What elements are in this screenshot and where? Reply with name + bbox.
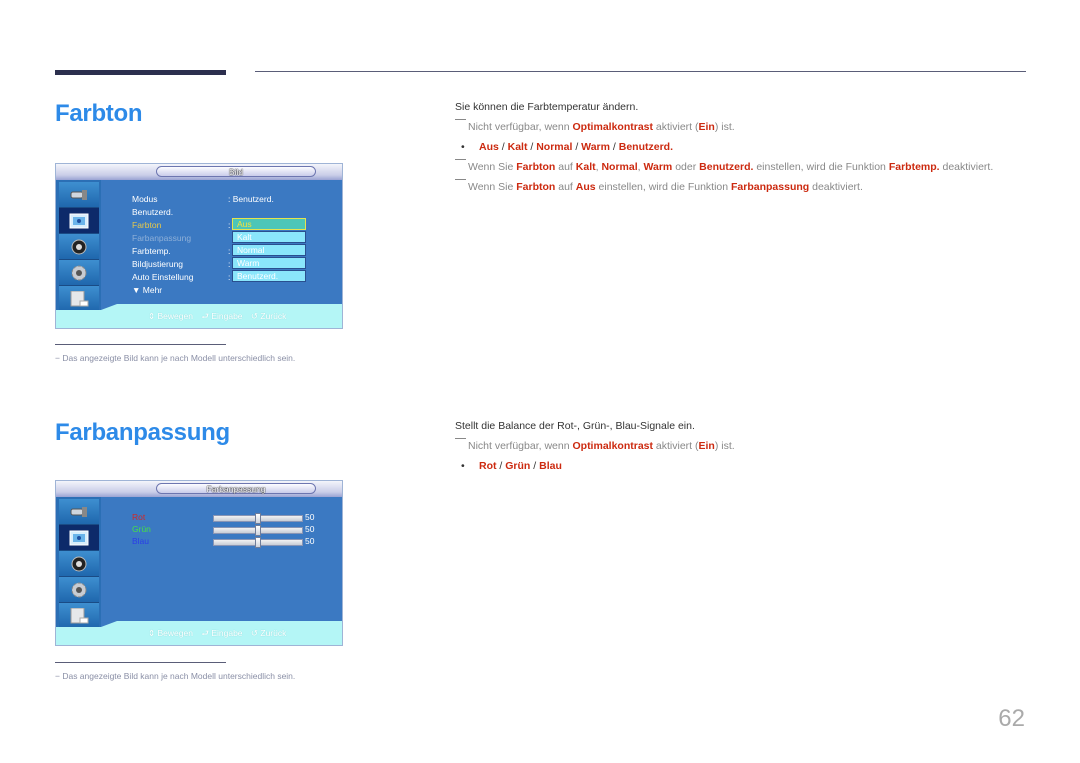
enter-hint: ⮐ Eingabe <box>201 628 243 638</box>
option-blau: Blau <box>539 460 562 472</box>
osd-title: Farbanpassung <box>156 483 316 494</box>
slider-handle[interactable] <box>255 537 261 548</box>
option-rot: Rot <box>479 460 497 472</box>
footnote: − Das angezeigte Bild kann je nach Model… <box>55 671 296 681</box>
description-text: Stellt die Balance der Rot-, Grün-, Blau… <box>455 420 695 432</box>
slider-label-blau: Blau <box>132 536 150 546</box>
slider-handle[interactable] <box>255 525 261 536</box>
osd-farbanpassung: Farbanpassung ⇕ Bewegen ⮐ Eingabe ↺ Zurü… <box>55 480 343 646</box>
osd-bild: Bild ⇕ Bewegen ⮐ Eingabe ↺ Zurück Modus:… <box>55 163 343 329</box>
back-hint: ↺ Zurück <box>250 311 287 321</box>
dropdown-option-kalt[interactable]: Kalt <box>232 231 306 243</box>
option-aus: Aus <box>479 141 499 153</box>
description-text: Sie können die Farbtemperatur ändern. <box>455 101 639 113</box>
menu-item-value: : <box>228 246 231 256</box>
osd-footer-hints: ⇕ Bewegen ⮐ Eingabe ↺ Zurück <box>148 311 292 325</box>
header-rule-thick <box>55 70 226 75</box>
slider-rot[interactable] <box>213 513 303 524</box>
osd-header: Farbanpassung <box>56 481 342 497</box>
slider-value: 50 <box>305 512 315 522</box>
menu-item-farbton[interactable]: Farbton <box>132 220 161 230</box>
slider-label-rot: Rot <box>132 512 146 522</box>
option-warm: Warm <box>581 141 610 153</box>
option-kalt: Kalt <box>507 141 528 153</box>
sidebar-item-multi-control[interactable] <box>59 286 99 312</box>
dropdown-option-normal[interactable]: Normal <box>232 244 306 256</box>
dropdown-option-aus[interactable]: Aus <box>232 218 306 230</box>
note-farbtemp: Wenn Sie Farbton auf Kalt, Normal, Warm … <box>455 157 993 177</box>
dropdown-option-warm[interactable]: Warm <box>232 257 306 269</box>
slider-label-grun: Grün <box>132 524 151 534</box>
section-title-farbanpassung: Farbanpassung <box>55 419 230 446</box>
move-hint: ⇕ Bewegen <box>148 628 193 638</box>
sidebar-item-picture[interactable] <box>59 525 99 551</box>
sidebar-item-setup[interactable] <box>59 577 99 603</box>
multi-control-icon <box>70 607 89 623</box>
menu-item-modus[interactable]: Modus <box>132 194 158 204</box>
sidebar-item-multi-control[interactable] <box>59 603 99 629</box>
menu-item-value: : Benutzerd. <box>228 194 274 204</box>
slider-value: 50 <box>305 524 315 534</box>
osd-sidebar <box>56 497 101 629</box>
slider-grun[interactable] <box>213 525 303 536</box>
section-title-farbton: Farbton <box>55 100 143 127</box>
note-availability: Nicht verfügbar, wenn Optimalkontrast ak… <box>455 117 993 137</box>
picture-icon <box>69 530 89 545</box>
sidebar-item-sound[interactable] <box>59 551 99 577</box>
sound-icon <box>71 556 87 571</box>
menu-item-value: : <box>228 259 231 269</box>
back-hint: ↺ Zurück <box>250 628 287 638</box>
menu-item-farbanpassung[interactable]: Farbanpassung <box>132 233 191 243</box>
sidebar-item-setup[interactable] <box>59 260 99 286</box>
sound-icon <box>71 239 87 254</box>
option-normal: Normal <box>536 141 573 153</box>
menu-item-mehr[interactable]: ▼ Mehr <box>132 285 162 295</box>
slider-value: 50 <box>305 536 315 546</box>
footnote-rule <box>55 344 226 345</box>
multi-control-icon <box>70 290 89 306</box>
options-list: • Rot / Grün / Blau <box>461 460 562 472</box>
note-availability: Nicht verfügbar, wenn Optimalkontrast ak… <box>455 436 735 456</box>
menu-item-bildjustierung[interactable]: Bildjustierung <box>132 259 183 269</box>
options-list: • Aus / Kalt / Normal / Warm / Benutzerd. <box>461 141 673 153</box>
menu-item-benutzerd[interactable]: Benutzerd. <box>132 207 173 217</box>
sidebar-item-picture[interactable] <box>59 208 99 234</box>
setup-icon <box>71 265 87 280</box>
section-description: Sie können die Farbtemperatur ändern. Ni… <box>455 97 993 197</box>
footnote: − Das angezeigte Bild kann je nach Model… <box>55 353 296 363</box>
input-icon <box>70 189 87 200</box>
menu-item-value: : <box>228 220 231 230</box>
move-hint: ⇕ Bewegen <box>148 311 193 321</box>
footnote-rule <box>55 662 226 663</box>
header-rule-thin <box>255 71 1026 72</box>
osd-sidebar <box>56 180 101 312</box>
picture-icon <box>69 213 89 228</box>
setup-icon <box>71 582 87 597</box>
section-description: Stellt die Balance der Rot-, Grün-, Blau… <box>455 416 735 476</box>
enter-hint: ⮐ Eingabe <box>201 311 243 321</box>
sidebar-item-input[interactable] <box>59 182 99 208</box>
option-grün: Grün <box>505 460 531 472</box>
osd-footer-hints: ⇕ Bewegen ⮐ Eingabe ↺ Zurück <box>148 628 292 642</box>
option-benutzerd: Benutzerd. <box>618 141 673 153</box>
menu-item-value: : <box>228 272 231 282</box>
slider-handle[interactable] <box>255 513 261 524</box>
slider-blau[interactable] <box>213 537 303 548</box>
dropdown-option-benutzerd[interactable]: Benutzerd. <box>232 270 306 282</box>
note-farbanpassung: Wenn Sie Farbton auf Aus einstellen, wir… <box>455 177 993 197</box>
sidebar-item-input[interactable] <box>59 499 99 525</box>
page-number: 62 <box>998 705 1025 732</box>
osd-title: Bild <box>156 166 316 177</box>
osd-header: Bild <box>56 164 342 180</box>
input-icon <box>70 506 87 517</box>
sidebar-item-sound[interactable] <box>59 234 99 260</box>
menu-item-autoeinstellung[interactable]: Auto Einstellung <box>132 272 193 282</box>
menu-item-farbtemp[interactable]: Farbtemp. <box>132 246 171 256</box>
